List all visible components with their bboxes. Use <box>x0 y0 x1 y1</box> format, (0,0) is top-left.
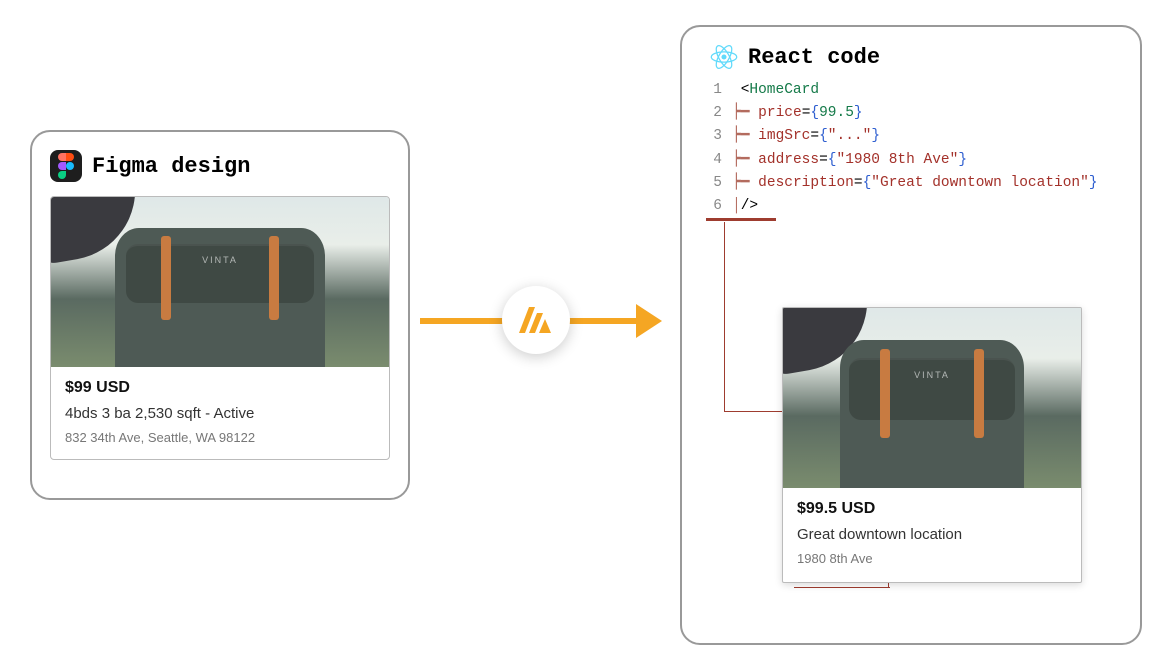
arrow-head-icon <box>636 304 662 338</box>
figma-card-desc: 4bds 3 ba 2,530 sqft - Active <box>65 405 375 422</box>
figma-card-addr: 832 34th Ave, Seattle, WA 98122 <box>65 430 375 445</box>
line-number: 1 <box>706 79 732 102</box>
line-number: 4 <box>706 149 732 172</box>
figma-card-price: $99 USD <box>65 379 375 397</box>
figma-logo-icon <box>57 153 75 179</box>
brand-label: VINTA <box>115 255 325 265</box>
brand-label: VINTA <box>840 370 1025 380</box>
code-line: 5 ┝━ description={"Great downtown locati… <box>706 172 1128 195</box>
figma-card-image: VINTA <box>51 197 389 367</box>
line-number: 3 <box>706 125 732 148</box>
figma-panel-title: Figma design <box>92 154 250 179</box>
react-card: VINTA $99.5 USD Great downtown location … <box>782 307 1082 583</box>
figma-title-row: Figma design <box>50 150 390 182</box>
figma-icon <box>50 150 82 182</box>
annotation-line <box>706 220 776 221</box>
react-card-desc: Great downtown location <box>797 526 1067 543</box>
figma-card-body: $99 USD 4bds 3 ba 2,530 sqft - Active 83… <box>51 367 389 459</box>
react-card-wrap: VINTA $99.5 USD Great downtown location … <box>782 307 1082 583</box>
figma-card: VINTA $99 USD 4bds 3 ba 2,530 sqft - Act… <box>50 196 390 460</box>
react-logo-icon <box>710 43 738 71</box>
code-line: 1 <HomeCard <box>706 79 1128 102</box>
amplify-logo-icon <box>519 307 553 333</box>
react-title-row: React code <box>710 43 1128 71</box>
line-number: 5 <box>706 172 732 195</box>
line-number: 6 <box>706 195 732 218</box>
amplify-badge <box>502 286 570 354</box>
code-line: 4 ┝━ address={"1980 8th Ave"} <box>706 149 1128 172</box>
code-line: 2 ┝━ price={99.5} <box>706 102 1128 125</box>
transform-arrow <box>420 300 660 340</box>
react-panel-title: React code <box>748 45 880 70</box>
code-line: 6 │/> <box>706 195 1128 218</box>
react-card-body: $99.5 USD Great downtown location 1980 8… <box>783 488 1081 582</box>
react-card-image: VINTA <box>783 308 1081 488</box>
react-panel: React code 1 <HomeCard 2 ┝━ price={99.5}… <box>680 25 1142 645</box>
code-block: 1 <HomeCard 2 ┝━ price={99.5} 3 ┝━ imgSr… <box>706 79 1128 218</box>
line-number: 2 <box>706 102 732 125</box>
annotation-tick <box>794 587 890 588</box>
react-card-price: $99.5 USD <box>797 500 1067 518</box>
react-card-addr: 1980 8th Ave <box>797 551 1067 566</box>
figma-panel: Figma design VINTA $99 USD 4bds 3 ba 2,5… <box>30 130 410 500</box>
code-line: 3 ┝━ imgSrc={"..."} <box>706 125 1128 148</box>
annotation-line <box>724 222 784 412</box>
